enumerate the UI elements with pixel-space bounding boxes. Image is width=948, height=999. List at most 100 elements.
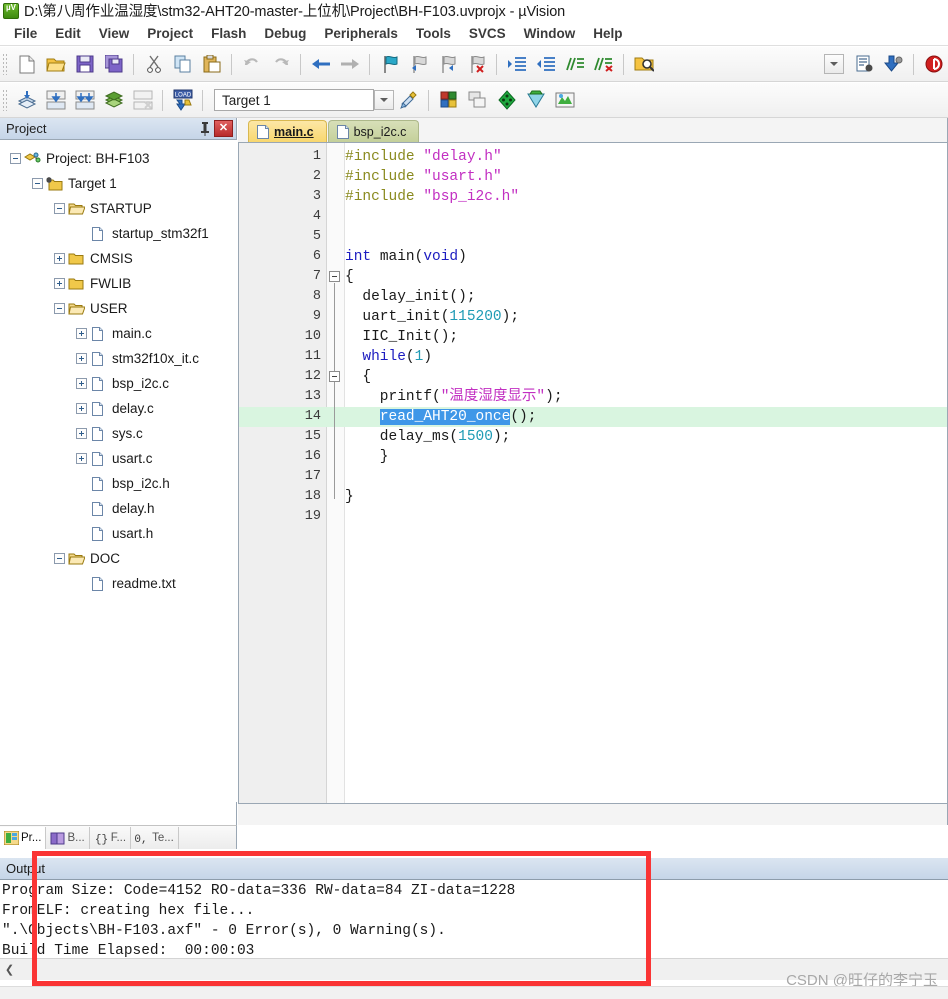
collapse-icon[interactable] [10,153,21,164]
menu-debug[interactable]: Debug [255,24,315,43]
code-line[interactable]: 12 { [239,367,948,387]
bookmark-clear-icon[interactable] [463,51,490,78]
code-line[interactable]: 11 while(1) [239,347,948,367]
close-icon[interactable]: ✕ [214,120,233,137]
code-line[interactable]: 19 [239,507,948,527]
tree-node[interactable]: CMSIS [0,246,237,271]
scroll-left-icon[interactable]: ❮ [0,960,19,979]
code-line[interactable]: 13 printf("温度湿度显示"); [239,387,948,407]
expand-icon[interactable] [76,353,87,364]
code-line[interactable]: 16 } [239,447,948,467]
tree-node[interactable]: usart.h [0,521,237,546]
code-line[interactable]: 14 read_AHT20_once(); [239,407,948,427]
tree-node[interactable]: usart.c [0,446,237,471]
tree-node[interactable]: sys.c [0,421,237,446]
code-lines[interactable]: 1 #include "delay.h" 2 #include "usart.h" 3 #… [239,147,948,527]
expand-icon[interactable] [54,278,65,289]
bookmark-next-icon[interactable] [434,51,461,78]
menu-tools[interactable]: Tools [407,24,460,43]
save-all-icon[interactable] [100,51,127,78]
tree-node[interactable]: Target 1 [0,171,237,196]
toolbar-grip[interactable] [2,53,9,75]
build-output-text[interactable]: Program Size: Code=4152 RO-data=336 RW-d… [0,880,948,958]
download-icon[interactable] [880,51,907,78]
menu-peripherals[interactable]: Peripherals [315,24,407,43]
pack-installer-icon[interactable] [493,87,520,114]
tree-node[interactable]: FWLIB [0,271,237,296]
target-combo[interactable]: Target 1 [214,89,374,111]
code-line[interactable]: 18} [239,487,948,507]
expand-icon[interactable] [54,253,65,264]
panel-tab-books[interactable]: B... [46,826,90,849]
code-line[interactable]: 17 [239,467,948,487]
paste-icon[interactable] [198,51,225,78]
collapse-icon[interactable] [54,553,65,564]
code-editor[interactable]: 1 #include "delay.h" 2 #include "usart.h" 3 #… [238,142,948,804]
bookmark-toggle-icon[interactable] [376,51,403,78]
menu-edit[interactable]: Edit [46,24,90,43]
fold-marker-function[interactable] [329,271,340,282]
svn-icon[interactable] [551,87,578,114]
multi-project-icon[interactable] [464,87,491,114]
tree-node[interactable]: readme.txt [0,571,237,596]
project-tree[interactable]: Project: BH-F103 Target 1 STARTUP startup_s… [0,140,237,802]
tree-node[interactable]: bsp_i2c.c [0,371,237,396]
tree-node[interactable]: stm32f10x_it.c [0,346,237,371]
code-line[interactable]: 7{ [239,267,948,287]
code-line[interactable]: 4 [239,207,948,227]
tree-node[interactable]: DOC [0,546,237,571]
toolbar-combo-arrow[interactable] [824,54,844,74]
target-options-icon[interactable] [395,87,422,114]
uncomment-lines-icon[interactable] [590,51,617,78]
navigate-back-icon[interactable] [307,51,334,78]
tree-node[interactable]: bsp_i2c.h [0,471,237,496]
code-line[interactable]: 10 IIC_Init(); [239,327,948,347]
code-line[interactable]: 15 delay_ms(1500); [239,427,948,447]
pin-icon[interactable] [196,120,214,138]
manage-project-items-icon[interactable] [435,87,462,114]
cut-icon[interactable] [140,51,167,78]
tree-node[interactable]: USER [0,296,237,321]
translate-icon[interactable] [13,87,40,114]
toolbar-grip[interactable] [2,89,9,111]
save-icon[interactable] [71,51,98,78]
bookmark-prev-icon[interactable] [405,51,432,78]
menu-view[interactable]: View [90,24,139,43]
debug-session-icon[interactable] [851,51,878,78]
menu-help[interactable]: Help [584,24,631,43]
indent-left-icon[interactable] [532,51,559,78]
target-combo-arrow[interactable] [374,90,394,110]
open-file-icon[interactable] [42,51,69,78]
code-line[interactable]: 9 uart_init(115200); [239,307,948,327]
manage-run-time-env-icon[interactable] [522,87,549,114]
menu-window[interactable]: Window [515,24,585,43]
menu-svcs[interactable]: SVCS [460,24,515,43]
collapse-icon[interactable] [54,303,65,314]
copy-icon[interactable] [169,51,196,78]
code-line[interactable]: 8 delay_init(); [239,287,948,307]
menu-flash[interactable]: Flash [202,24,255,43]
code-line[interactable]: 6 int main(void) [239,247,948,267]
expand-icon[interactable] [76,403,87,414]
code-line[interactable]: 2 #include "usart.h" [239,167,948,187]
download-to-flash-icon[interactable]: LOAD [169,87,196,114]
code-line[interactable]: 1 #include "delay.h" [239,147,948,167]
comment-lines-icon[interactable] [561,51,588,78]
panel-tab-functions[interactable]: {} F... [90,826,132,849]
fold-marker-while[interactable] [329,371,340,382]
expand-icon[interactable] [76,453,87,464]
new-file-icon[interactable] [13,51,40,78]
tree-node[interactable]: delay.c [0,396,237,421]
tree-node[interactable]: startup_stm32f1 [0,221,237,246]
tree-node[interactable]: main.c [0,321,237,346]
editor-tab-bsp-i2c-c[interactable]: bsp_i2c.c [327,120,420,142]
indent-right-icon[interactable] [503,51,530,78]
expand-icon[interactable] [76,328,87,339]
expand-icon[interactable] [76,428,87,439]
expand-icon[interactable] [76,378,87,389]
tree-node[interactable]: Project: BH-F103 [0,146,237,171]
debug-start-icon[interactable] [920,51,947,78]
find-in-files-icon[interactable] [630,51,657,78]
batch-build-icon[interactable] [100,87,127,114]
editor-tab-main-c[interactable]: main.c [248,120,327,142]
